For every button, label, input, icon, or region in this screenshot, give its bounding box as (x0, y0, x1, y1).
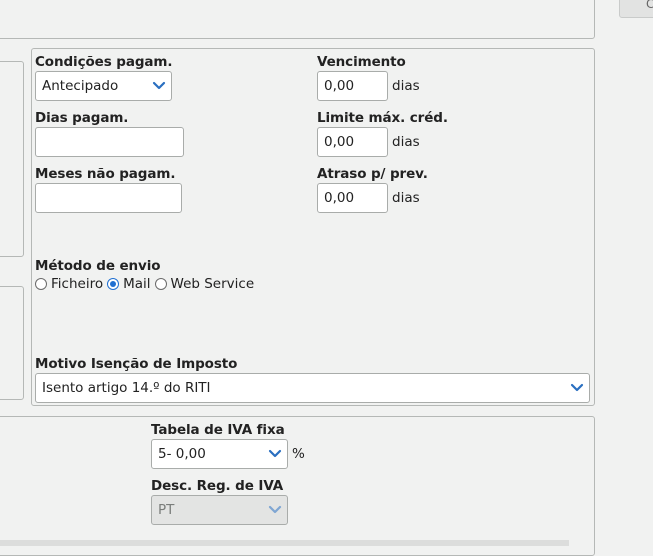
payment-days-label: Dias pagam. (35, 110, 129, 126)
tax-exemption-label: Motivo Isenção de Imposto (35, 356, 238, 372)
payment-conditions-label: Condições pagam. (35, 54, 173, 70)
delay-input[interactable]: 0,00 (317, 183, 388, 213)
chevron-down-icon (570, 383, 584, 392)
credit-limit-input[interactable]: 0,00 (317, 127, 388, 157)
tax-exemption-select[interactable]: Isento artigo 14.º do RITI (35, 373, 590, 403)
payment-conditions-select[interactable]: Antecipado (35, 71, 172, 101)
delay-label: Atraso p/ prev. (317, 166, 428, 182)
due-label: Vencimento (317, 54, 406, 70)
non-payment-months-input[interactable] (35, 183, 182, 213)
vat-region-value: PT (158, 502, 175, 518)
top-right-button[interactable]: C (619, 0, 653, 18)
radio-web-service[interactable] (154, 278, 167, 290)
credit-limit-unit: dias (392, 134, 420, 150)
top-right-button-label: C (646, 0, 653, 11)
fixed-vat-table-label: Tabela de IVA fixa (151, 422, 285, 438)
radio-mail[interactable] (107, 278, 120, 290)
tax-exemption-value: Isento artigo 14.º do RITI (42, 380, 211, 396)
chevron-down-icon (268, 449, 282, 458)
delay-unit: dias (392, 190, 420, 206)
left-panel-lower (0, 286, 24, 400)
radio-mail-label[interactable]: Mail (123, 276, 150, 292)
fixed-vat-table-value: 5- 0,00 (158, 446, 206, 462)
due-input[interactable]: 0,00 (317, 71, 388, 101)
shipping-method-radio-group: Ficheiro Mail Web Service (35, 276, 258, 292)
vat-region-select[interactable]: PT (151, 495, 288, 525)
fixed-vat-table-select[interactable]: 5- 0,00 (151, 439, 288, 469)
chevron-down-icon (152, 81, 166, 90)
non-payment-months-label: Meses não pagam. (35, 166, 176, 182)
fixed-vat-table-unit: % (292, 446, 305, 462)
credit-limit-label: Limite máx. créd. (317, 110, 448, 126)
radio-ficheiro[interactable] (35, 278, 47, 290)
vat-region-label: Desc. Reg. de IVA (151, 478, 284, 494)
chevron-down-icon (268, 505, 282, 514)
bottom-table-header-strip (0, 540, 569, 546)
payment-panel (31, 48, 595, 406)
shipping-method-label: Método de envio (35, 258, 161, 274)
top-panel (0, 0, 595, 39)
vat-panel (0, 416, 595, 556)
radio-ficheiro-label[interactable]: Ficheiro (51, 276, 103, 292)
payment-days-input[interactable] (35, 127, 184, 157)
payment-conditions-value: Antecipado (42, 78, 119, 94)
left-panel-upper (0, 61, 24, 257)
radio-web-service-label[interactable]: Web Service (171, 276, 255, 292)
due-unit: dias (392, 78, 420, 94)
